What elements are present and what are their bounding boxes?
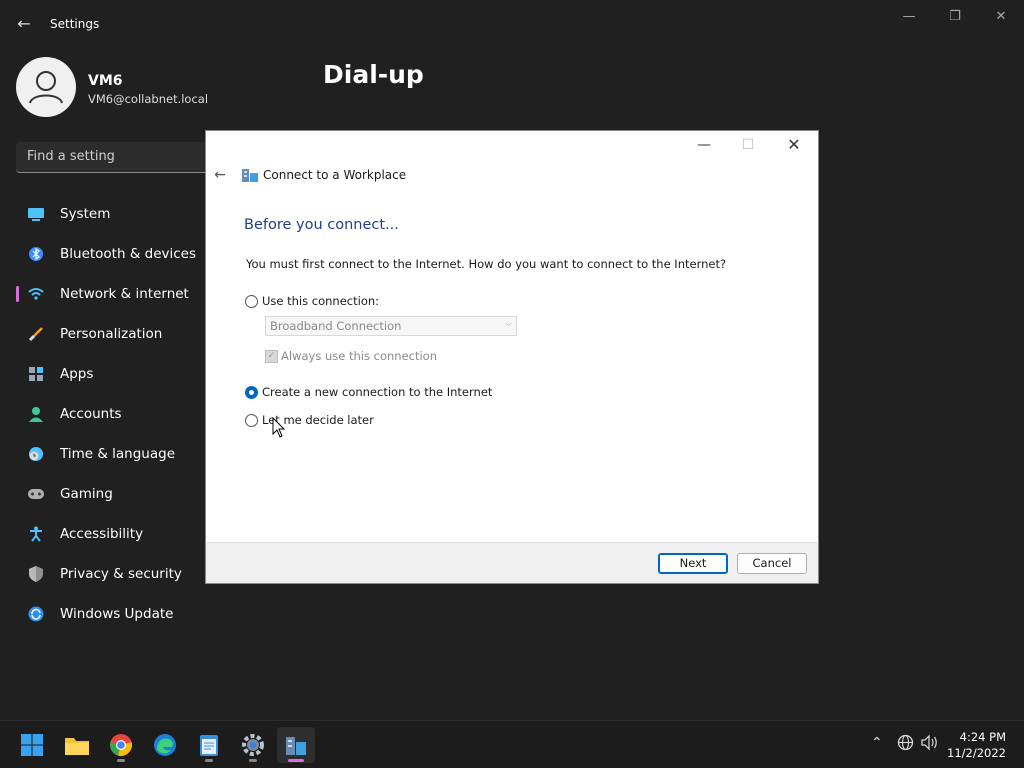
sidebar-item-windows-update[interactable]: Windows Update — [16, 594, 216, 634]
sidebar-item-label: Personalization — [60, 326, 163, 342]
taskbar-settings[interactable] — [234, 727, 272, 763]
connection-select: Broadband Connection ⌵ — [265, 316, 517, 336]
new-connection-option[interactable]: Create a new connection to the Internet — [245, 385, 492, 399]
always-use-checkbox: ✓ — [265, 349, 278, 363]
chevron-down-icon: ⌵ — [505, 319, 512, 329]
sidebar-item-network[interactable]: Network & internet — [16, 274, 216, 314]
start-button[interactable] — [13, 727, 51, 763]
sidebar-item-gaming[interactable]: Gaming — [16, 474, 216, 514]
brush-icon — [28, 326, 44, 342]
close-icon[interactable]: ✕ — [986, 8, 1016, 26]
sidebar-item-time-language[interactable]: Time & language — [16, 434, 216, 474]
settings-titlebar: ← Settings — ❐ ✕ — [0, 0, 1024, 48]
taskbar-chrome[interactable] — [102, 727, 140, 763]
checkbox-label: Always use this connection — [281, 349, 437, 363]
sidebar-item-label: Time & language — [60, 446, 176, 462]
system-icon — [28, 206, 44, 222]
vpn-connect-icon — [286, 737, 306, 755]
sidebar-item-label: Accounts — [60, 406, 122, 422]
gamepad-icon — [28, 486, 44, 502]
chrome-icon — [110, 734, 132, 756]
taskbar-edge[interactable] — [146, 727, 184, 763]
person-icon — [28, 406, 44, 422]
option-label: Create a new connection to the Internet — [262, 385, 493, 399]
chevron-up-icon[interactable]: ⌃ — [871, 735, 883, 751]
start-icon — [21, 734, 43, 756]
sidebar-item-label: Windows Update — [60, 606, 174, 622]
active-indicator — [288, 759, 304, 762]
accessibility-icon — [28, 526, 44, 542]
user-email: VM6@collabnet.local — [88, 92, 209, 106]
dialog-question: You must first connect to the Internet. … — [246, 257, 727, 271]
taskbar-connect-workplace[interactable] — [277, 727, 315, 763]
running-indicator — [249, 759, 257, 762]
running-indicator — [205, 759, 213, 762]
radio-decide-later[interactable] — [245, 413, 258, 427]
minimize-icon[interactable]: — — [894, 8, 924, 26]
back-arrow-icon[interactable]: ← — [212, 167, 228, 183]
sidebar-item-label: System — [60, 206, 111, 222]
restore-icon[interactable]: ❐ — [940, 8, 970, 26]
dialog-heading: Before you connect... — [244, 217, 399, 233]
radio-new-connection[interactable] — [245, 385, 258, 399]
taskbar: ⌃ 4:24 PM 11/2/2022 — [0, 720, 1024, 768]
clock-date: 11/2/2022 — [947, 746, 1006, 760]
taskbar-clock[interactable]: 4:24 PM 11/2/2022 — [947, 729, 1006, 761]
sidebar-item-label: Network & internet — [60, 286, 189, 302]
maximize-icon: ☐ — [741, 137, 755, 153]
notepad-icon — [200, 735, 218, 756]
avatar — [16, 57, 76, 117]
sidebar-item-accounts[interactable]: Accounts — [16, 394, 216, 434]
option-label: Use this connection: — [262, 294, 380, 308]
shield-icon — [28, 566, 44, 582]
volume-icon[interactable] — [921, 734, 939, 755]
sidebar-item-system[interactable]: System — [16, 194, 216, 234]
page-title: Dial-up — [323, 60, 424, 89]
sidebar-nav: System Bluetooth & devices Network & int… — [16, 194, 216, 634]
bluetooth-icon — [28, 246, 44, 262]
sidebar-item-accessibility[interactable]: Accessibility — [16, 514, 216, 554]
always-use-checkbox-row: ✓ Always use this connection — [265, 349, 437, 363]
sidebar-item-bluetooth[interactable]: Bluetooth & devices — [16, 234, 216, 274]
update-icon — [28, 606, 44, 622]
network-globe-icon[interactable] — [897, 734, 914, 755]
user-name: VM6 — [88, 73, 123, 89]
radio-use-connection[interactable] — [245, 294, 258, 308]
close-icon[interactable]: ✕ — [774, 135, 814, 155]
connection-select-value: Broadband Connection — [270, 319, 402, 333]
person-icon — [29, 71, 63, 104]
settings-icon — [242, 734, 264, 756]
sidebar-item-label: Apps — [60, 366, 94, 382]
connect-workplace-dialog: — ☐ ✕ ← Connect to a Workplace Before yo… — [206, 131, 818, 583]
sidebar-item-apps[interactable]: Apps — [16, 354, 216, 394]
clock-globe-icon — [28, 446, 44, 462]
file-explorer-icon — [65, 738, 89, 755]
taskbar-notepad[interactable] — [190, 727, 228, 763]
sidebar-item-privacy[interactable]: Privacy & security — [16, 554, 216, 594]
sidebar-item-personalization[interactable]: Personalization — [16, 314, 216, 354]
decide-later-option[interactable]: Let me decide later — [245, 413, 374, 427]
workplace-network-icon — [241, 167, 259, 183]
taskbar-file-explorer[interactable] — [58, 727, 96, 763]
minimize-icon[interactable]: — — [684, 135, 724, 155]
use-connection-option[interactable]: Use this connection: — [245, 294, 379, 308]
cancel-button[interactable]: Cancel — [737, 553, 807, 574]
sidebar-item-label: Accessibility — [60, 526, 144, 542]
apps-icon — [28, 366, 44, 382]
running-indicator — [117, 759, 125, 762]
next-button[interactable]: Next — [658, 553, 728, 574]
dialog-title: Connect to a Workplace — [263, 168, 407, 182]
app-title: Settings — [50, 17, 100, 31]
wifi-icon — [28, 286, 44, 302]
edge-icon — [154, 734, 176, 756]
sidebar-item-label: Gaming — [60, 486, 113, 502]
sidebar-item-label: Privacy & security — [60, 566, 182, 582]
mouse-cursor-icon — [272, 417, 286, 438]
clock-time: 4:24 PM — [959, 730, 1006, 744]
dialog-footer: Next Cancel — [206, 542, 818, 583]
back-arrow-icon[interactable]: ← — [14, 14, 34, 34]
sidebar-item-label: Bluetooth & devices — [60, 246, 197, 262]
